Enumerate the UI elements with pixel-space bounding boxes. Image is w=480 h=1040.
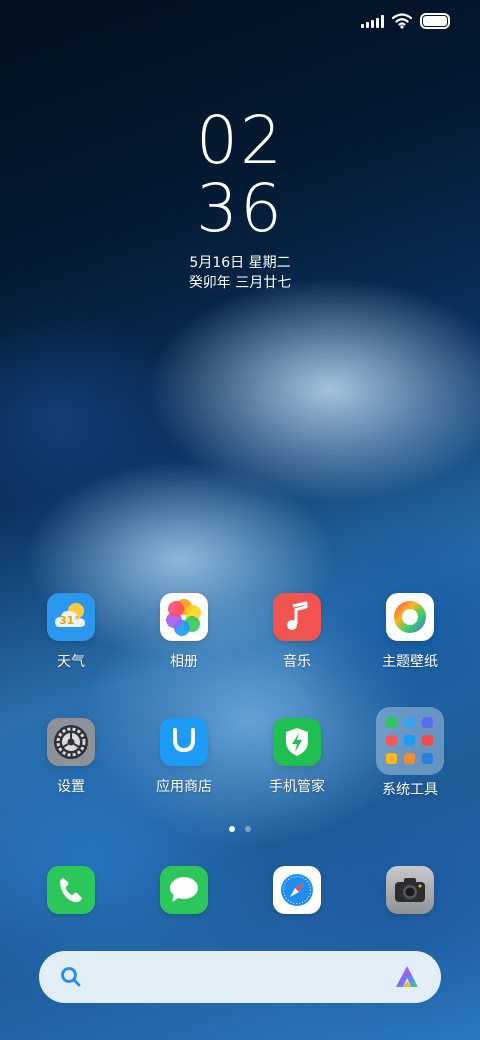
app-app-store[interactable]: 应用商店 (129, 718, 239, 796)
browser-icon (273, 866, 321, 914)
folder-system-tools[interactable]: 系统工具 (355, 707, 465, 799)
dock-phone[interactable] (16, 866, 126, 914)
dock-camera[interactable] (355, 866, 465, 914)
signal-icon (361, 14, 384, 28)
page-indicator (0, 826, 480, 832)
dock-browser[interactable] (242, 866, 352, 914)
messages-icon (160, 866, 208, 914)
app-label: 应用商店 (156, 779, 212, 795)
clock-hour: 02 (196, 102, 284, 179)
app-themes[interactable]: 主题壁纸 (355, 593, 465, 671)
app-security[interactable]: 手机管家 (242, 718, 352, 796)
app-label: 音乐 (283, 654, 311, 670)
app-label: 天气 (57, 654, 85, 670)
assistant-icon[interactable] (393, 963, 421, 991)
app-label: 手机管家 (269, 779, 325, 795)
themes-icon (386, 593, 434, 641)
weather-temp: 31° (59, 614, 80, 627)
weather-icon: 31° (47, 593, 95, 641)
app-label: 主题壁纸 (382, 654, 438, 670)
app-settings[interactable]: 设置 (16, 718, 126, 796)
wifi-icon (392, 13, 412, 29)
app-store-icon (160, 718, 208, 766)
app-weather[interactable]: 31° 天气 (16, 593, 126, 671)
lunar-date-text: 癸卯年 三月廿七 (188, 275, 292, 291)
app-label: 系统工具 (382, 782, 438, 798)
security-icon (273, 718, 321, 766)
app-gallery[interactable]: 相册 (129, 593, 239, 671)
app-label: 设置 (57, 779, 85, 795)
page-dot-active (229, 826, 235, 832)
music-icon (273, 593, 321, 641)
folder-icon (376, 707, 444, 775)
app-music[interactable]: 音乐 (242, 593, 352, 671)
phone-icon (47, 866, 95, 914)
home-screen: 02 36 5月16日 星期二 癸卯年 三月廿七 31° 天气 相册 音乐 主题… (0, 0, 480, 1040)
camera-icon (386, 866, 434, 914)
status-bar (361, 10, 450, 32)
settings-icon (47, 718, 95, 766)
dock-messages[interactable] (129, 866, 239, 914)
gallery-icon (160, 593, 208, 641)
search-bar[interactable] (39, 951, 441, 1003)
battery-icon (420, 13, 450, 29)
app-label: 相册 (170, 654, 198, 670)
search-icon (61, 967, 81, 987)
page-dot (245, 826, 251, 832)
clock-minute: 36 (196, 170, 284, 247)
date-text: 5月16日 星期二 (189, 255, 291, 271)
